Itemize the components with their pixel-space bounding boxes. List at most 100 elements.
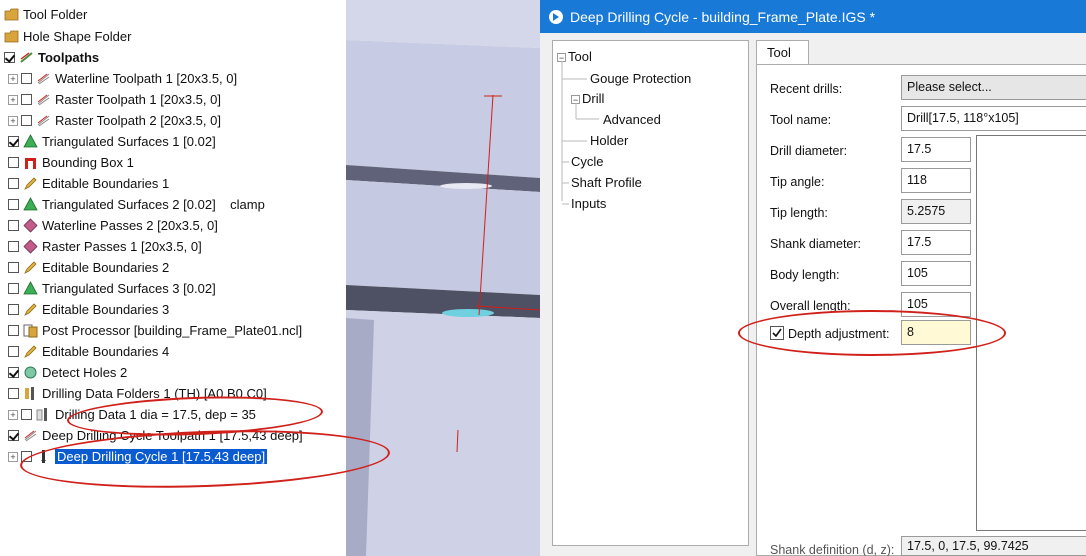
bounding-box-icon <box>23 155 38 170</box>
passes-icon <box>23 218 38 233</box>
tree-item[interactable]: Raster Passes 1 [20x3.5, 0] <box>8 236 202 257</box>
tree-item[interactable]: + Raster Toolpath 2 [20x3.5, 0] <box>8 110 221 131</box>
deep-drilling-cycle-dialog: Deep Drilling Cycle - building_Frame_Pla… <box>540 0 1086 556</box>
triangulated-surface-icon <box>23 197 38 212</box>
tree-item-label: Detect Holes 2 <box>42 365 128 380</box>
tree-item[interactable]: Toolpaths <box>4 47 99 68</box>
tree-item-checkbox[interactable] <box>8 136 19 147</box>
toolpaths-icon <box>19 50 34 65</box>
tree-item-checkbox[interactable] <box>8 262 19 273</box>
tree-item-checkbox[interactable] <box>21 115 32 126</box>
dialog-nav-tree: − Tool Gouge Protection − Drill Advanced H… <box>552 40 749 546</box>
tree-item[interactable]: Detect Holes 2 <box>8 362 127 383</box>
viewport-geometry <box>346 0 540 556</box>
expand-icon[interactable]: + <box>8 94 18 105</box>
drill-diameter-field[interactable]: 17.5 <box>901 137 971 162</box>
detect-holes-icon <box>23 365 38 380</box>
tree-item[interactable]: Triangulated Surfaces 2 [0.02] clamp <box>8 194 265 215</box>
tree-item-label: Deep Drilling Cycle 1 [17.5,43 deep] <box>55 449 268 464</box>
tree-item-checkbox[interactable] <box>21 94 32 105</box>
overall-length-field[interactable]: 105 <box>901 292 971 317</box>
tab-tool[interactable]: Tool <box>756 40 809 65</box>
pencil-icon <box>23 260 38 275</box>
tree-item-label: Editable Boundaries 4 <box>42 344 170 359</box>
pencil-icon <box>23 344 38 359</box>
depth-adjustment-field[interactable]: 8 <box>901 320 971 345</box>
tree-item-checkbox[interactable] <box>21 73 32 84</box>
body-length-field[interactable]: 105 <box>901 261 971 286</box>
expand-icon[interactable]: + <box>8 73 18 84</box>
tree-item[interactable]: + Raster Toolpath 1 [20x3.5, 0] <box>8 89 221 110</box>
tree-item[interactable]: + Drilling Data 1 dia = 17.5, dep = 35 <box>8 404 256 425</box>
tree-item-checkbox[interactable] <box>21 409 32 420</box>
drill-folder-icon <box>23 386 38 401</box>
tree-item[interactable]: Triangulated Surfaces 3 [0.02] <box>8 278 216 299</box>
tree-item-checkbox[interactable] <box>8 367 19 378</box>
tree-item[interactable]: + Deep Drilling Cycle 1 [17.5,43 deep] <box>8 446 268 467</box>
tree-item-label: Triangulated Surfaces 1 [0.02] <box>42 134 216 149</box>
tree-item-checkbox[interactable] <box>8 388 19 399</box>
tree-item-checkbox[interactable] <box>8 346 19 357</box>
tip-length-field: 5.2575 <box>901 199 971 224</box>
tree-item-label: Drilling Data Folders 1 (TH) [A0 B0 C0] <box>42 386 267 401</box>
tree-item-label: Deep Drilling Cycle Toolpath 1 [17.5,43 … <box>42 428 303 443</box>
expand-icon[interactable]: + <box>8 451 18 462</box>
tree-item-label: Editable Boundaries 1 <box>42 176 170 191</box>
tree-item[interactable]: Bounding Box 1 <box>8 152 134 173</box>
tree-item[interactable]: Post Processor [building_Frame_Plate01.n… <box>8 320 302 341</box>
dialog-titlebar[interactable]: Deep Drilling Cycle - building_Frame_Pla… <box>540 0 1086 33</box>
passes-icon <box>23 239 38 254</box>
tree-item-checkbox[interactable] <box>8 178 19 189</box>
tree-item-label: Post Processor [building_Frame_Plate01.n… <box>42 323 303 338</box>
tree-item-checkbox[interactable] <box>8 325 19 336</box>
tree-item-label: Raster Toolpath 1 [20x3.5, 0] <box>55 92 221 107</box>
tree-item-checkbox[interactable] <box>8 430 19 441</box>
tree-item-label: Editable Boundaries 2 <box>42 260 170 275</box>
tree-item-checkbox[interactable] <box>8 199 19 210</box>
tree-item-label: Toolpaths <box>38 50 100 65</box>
tree-item-label: Editable Boundaries 3 <box>42 302 170 317</box>
tree-item[interactable]: Editable Boundaries 1 <box>8 173 169 194</box>
tree-item[interactable]: Editable Boundaries 3 <box>8 299 169 320</box>
tree-item[interactable]: Editable Boundaries 2 <box>8 257 169 278</box>
tree-item[interactable]: Drilling Data Folders 1 (TH) [A0 B0 C0] <box>8 383 267 404</box>
tree-item[interactable]: Hole Shape Folder <box>4 26 131 47</box>
depth-adjustment-checkbox[interactable] <box>770 326 784 340</box>
folder-icon <box>4 7 19 22</box>
toolpath-icon <box>36 71 51 86</box>
tree-item-label: Waterline Passes 2 [20x3.5, 0] <box>42 218 218 233</box>
tree-item-label: Hole Shape Folder <box>23 29 132 44</box>
tool-name-label: Tool name: <box>770 113 832 127</box>
tree-item-label: Raster Toolpath 2 [20x3.5, 0] <box>55 113 221 128</box>
tool-name-field[interactable]: Drill[17.5, 118°x105] <box>901 106 1086 131</box>
tree-item-checkbox[interactable] <box>8 283 19 294</box>
expand-icon[interactable]: + <box>8 115 18 126</box>
tree-item-checkbox[interactable] <box>8 157 19 168</box>
drilling-data-icon <box>36 407 51 422</box>
recent-drills-select[interactable]: Please select... <box>901 75 1086 100</box>
tool-preview-panel <box>976 135 1086 531</box>
tree-item[interactable]: Editable Boundaries 4 <box>8 341 169 362</box>
shank-diameter-field[interactable]: 17.5 <box>901 230 971 255</box>
tip-angle-field[interactable]: 118 <box>901 168 971 193</box>
tree-item-checkbox[interactable] <box>4 52 15 63</box>
tree-item-checkbox[interactable] <box>8 304 19 315</box>
check-icon <box>772 328 782 338</box>
3d-viewport[interactable] <box>346 0 540 556</box>
tree-item-checkbox[interactable] <box>8 220 19 231</box>
tree-item[interactable]: Waterline Passes 2 [20x3.5, 0] <box>8 215 218 236</box>
tree-item-checkbox[interactable] <box>21 451 32 462</box>
shank-definition-label: Shank definition (d, z): <box>770 543 895 556</box>
tree-item[interactable]: + Waterline Toolpath 1 [20x3.5, 0] <box>8 68 237 89</box>
tree-item-checkbox[interactable] <box>8 241 19 252</box>
drill-cycle-app-icon <box>549 9 563 24</box>
tree-item[interactable]: Tool Folder <box>4 4 87 25</box>
tree-item-label: Drilling Data 1 dia = 17.5, dep = 35 <box>55 407 256 422</box>
tree-item[interactable]: Triangulated Surfaces 1 [0.02] <box>8 131 216 152</box>
depth-adjustment-label: Depth adjustment: <box>788 327 890 341</box>
tree-item-label: Triangulated Surfaces 2 [0.02] clamp <box>42 197 265 212</box>
expand-icon[interactable]: + <box>8 409 18 420</box>
tree-item[interactable]: Deep Drilling Cycle Toolpath 1 [17.5,43 … <box>8 425 303 446</box>
nav-tree-lines <box>561 61 599 205</box>
tip-length-label: Tip length: <box>770 206 828 220</box>
